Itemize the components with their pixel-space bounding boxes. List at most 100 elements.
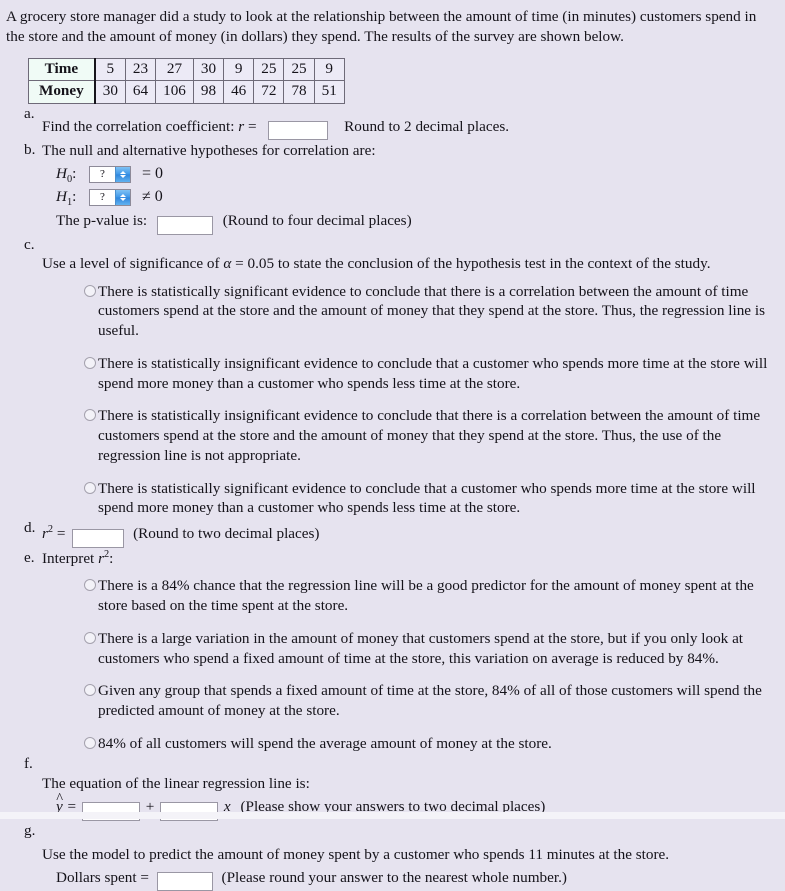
part-c-option-label: There is statistically significant evide… — [98, 282, 765, 340]
alternative-hypothesis-select-value: ? — [90, 189, 115, 205]
part-g-letter: g. — [24, 821, 36, 839]
part-c-option-label: There is statistically significant evide… — [98, 479, 756, 517]
equals-sign: = — [247, 117, 257, 135]
part-f-prompt: The equation of the linear regression li… — [42, 774, 310, 792]
null-hypothesis-row: H0: ? = 0 — [56, 163, 779, 186]
table-cell-money: 64 — [124, 80, 157, 104]
part-c-option[interactable]: There is statistically significant evide… — [84, 479, 777, 519]
part-a-letter: a. — [24, 104, 35, 122]
part-c-option-label: There is statistically insignificant evi… — [98, 354, 768, 392]
radio-button-icon[interactable] — [84, 684, 96, 697]
r-squared-symbol: r2 — [42, 524, 54, 543]
null-hypothesis-select[interactable]: ? — [89, 165, 131, 183]
table-cell-time: 9 — [313, 57, 345, 82]
part-c-options: There is statistically significant evide… — [42, 274, 779, 519]
table-cell-money: 98 — [192, 80, 225, 104]
table-cell-money: 78 — [283, 80, 315, 104]
r-squared-input[interactable] — [72, 528, 125, 548]
table-row-time: Time 5 23 27 30 9 25 25 9 — [27, 57, 345, 82]
equals-sign: = — [140, 868, 149, 886]
table-cell-time: 30 — [192, 57, 225, 82]
part-e-letter: e. — [24, 548, 35, 566]
part-f-letter: f. — [24, 754, 33, 772]
part-e-options: There is a 84% chance that the regressio… — [42, 568, 779, 753]
table-cell-money: 46 — [223, 80, 255, 104]
part-f: f. The equation of the linear regression… — [0, 754, 785, 821]
chevron-updown-icon — [115, 166, 130, 182]
part-c-prompt: Use a level of significance of α = 0.05 … — [42, 254, 779, 274]
p-value-row: The p-value is: (Round to four decimal p… — [56, 208, 779, 235]
correlation-coefficient-input[interactable] — [268, 121, 329, 141]
r-symbol: r — [238, 117, 245, 135]
alternative-hypothesis-relation: ≠ 0 — [142, 187, 163, 205]
part-c-body: Use a level of significance of α = 0.05 … — [24, 254, 779, 518]
part-e-option[interactable]: Given any group that spends a fixed amou… — [84, 681, 771, 721]
part-e-option[interactable]: There is a large variation in the amount… — [84, 629, 771, 669]
part-c-letter: c. — [24, 235, 35, 253]
table-cell-money: 106 — [155, 80, 194, 104]
problem-statement: A grocery store manager did a study to l… — [6, 8, 757, 45]
part-a: a. Find the correlation coefficient: r =… — [0, 104, 785, 141]
part-c-option[interactable]: There is statistically insignificant evi… — [84, 406, 777, 465]
part-g-body: Use the model to predict the amount of m… — [24, 845, 779, 891]
part-e-option-label: 84% of all customers will spend the aver… — [98, 734, 552, 752]
row-header-money: Money — [27, 80, 96, 104]
r-squared-symbol: r2 — [98, 548, 110, 567]
radio-button-icon[interactable] — [84, 409, 96, 422]
table-row-money: Money 30 64 106 98 46 72 78 51 — [27, 80, 345, 104]
radio-button-icon[interactable] — [84, 579, 96, 592]
part-e-body: Interpret r2: There is a 84% chance that… — [24, 549, 779, 754]
dollars-spent-input[interactable] — [156, 872, 213, 891]
radio-button-icon[interactable] — [84, 356, 96, 369]
part-e-option-label: Given any group that spends a fixed amou… — [98, 682, 762, 720]
table-cell-money: 72 — [253, 80, 285, 104]
table-cell-money: 51 — [313, 80, 345, 104]
equals-sign: = — [56, 525, 66, 543]
p-value-input[interactable] — [156, 215, 213, 235]
part-c: c. Use a level of significance of α = 0.… — [0, 235, 785, 518]
table-cell-time: 23 — [124, 57, 157, 82]
part-d-letter: d. — [24, 519, 36, 537]
part-e-prompt-text: Interpret — [42, 549, 95, 567]
part-e: e. Interpret r2: There is a 84% chance t… — [0, 548, 785, 754]
part-a-note: Round to 2 decimal places. — [344, 117, 510, 135]
part-b-prompt: The null and alternative hypotheses for … — [42, 142, 376, 160]
part-e-option[interactable]: There is a 84% chance that the regressio… — [84, 576, 771, 616]
chevron-updown-icon — [115, 189, 130, 205]
part-e-prompt: Interpret r2: — [42, 549, 779, 569]
part-g-prompt: Use the model to predict the amount of m… — [42, 845, 670, 863]
alpha-value: = 0.05 — [235, 254, 275, 272]
table-cell-time: 25 — [253, 57, 285, 82]
part-b-letter: b. — [24, 141, 36, 159]
worksheet-page: A grocery store manager did a study to l… — [0, 0, 785, 891]
part-a-body: Find the correlation coefficient: r = Ro… — [24, 117, 779, 141]
dollars-spent-label: Dollars spent — [56, 868, 137, 886]
part-c-option[interactable]: There is statistically insignificant evi… — [84, 354, 777, 394]
part-d: d. r2 = (Round to two decimal places) — [0, 518, 785, 548]
alpha-symbol: α — [223, 254, 232, 272]
table-cell-time: 27 — [155, 57, 194, 82]
radio-button-icon[interactable] — [84, 481, 96, 494]
null-hypothesis-relation: = 0 — [142, 164, 164, 182]
table-cell-time: 5 — [94, 57, 126, 82]
page-footer-strip — [0, 812, 785, 819]
alternative-hypothesis-select[interactable]: ? — [89, 188, 131, 206]
radio-button-icon[interactable] — [84, 631, 96, 644]
p-value-label: The p-value is: — [56, 212, 148, 230]
dollars-spent-row: Dollars spent = (Please round your answe… — [42, 865, 779, 891]
radio-button-icon[interactable] — [84, 736, 96, 749]
radio-button-icon[interactable] — [84, 284, 96, 297]
part-a-prompt: Find the correlation coefficient: — [42, 117, 235, 135]
part-e-option[interactable]: 84% of all customers will spend the aver… — [84, 734, 771, 754]
part-c-option-label: There is statistically insignificant evi… — [98, 407, 761, 464]
part-c-option[interactable]: There is statistically significant evide… — [84, 282, 777, 341]
p-value-note: (Round to four decimal places) — [222, 212, 412, 230]
part-d-note: (Round to two decimal places) — [133, 525, 320, 543]
survey-table-container: Time 5 23 27 30 9 25 25 9 Money 30 64 10… — [0, 47, 785, 104]
part-c-prompt-after: to state the conclusion of the hypothesi… — [277, 254, 711, 272]
part-e-colon: : — [109, 549, 114, 567]
table-cell-time: 9 — [223, 57, 255, 82]
part-c-prompt-before: Use a level of significance of — [42, 254, 220, 272]
null-hypothesis-select-value: ? — [90, 166, 115, 182]
part-e-option-label: There is a 84% chance that the regressio… — [98, 577, 754, 615]
